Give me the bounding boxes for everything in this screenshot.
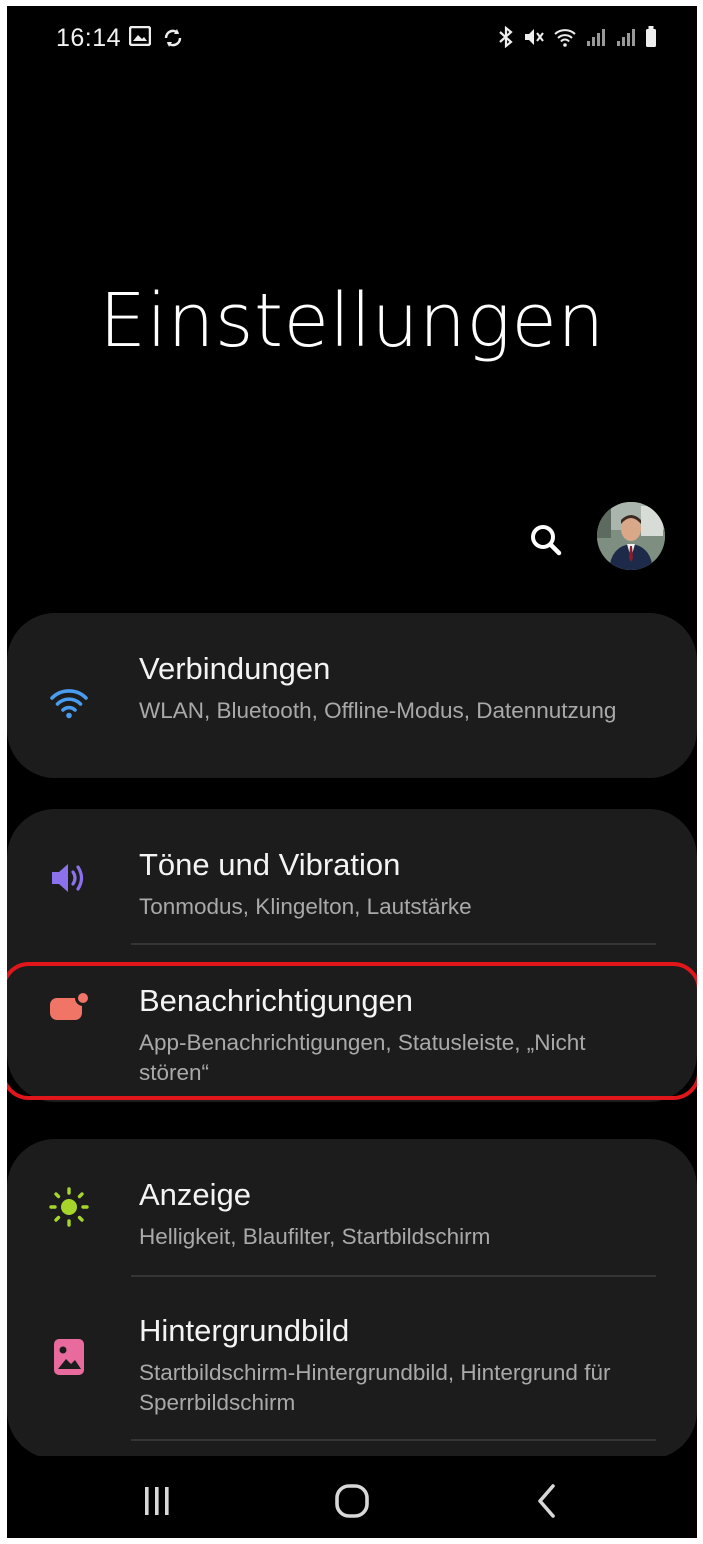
item-title: Töne und Vibration — [139, 847, 401, 882]
home-icon — [335, 1484, 369, 1518]
item-title: Anzeige — [139, 1177, 252, 1212]
wifi-icon — [45, 679, 93, 727]
item-title: Verbindungen — [139, 651, 331, 686]
item-title: Benachrichtigungen — [139, 983, 414, 1018]
item-subtitle: WLAN, Bluetooth, Offline-Modus, Datennut… — [139, 698, 617, 723]
settings-item-notifications[interactable]: Benachrichtigungen App-Benachrichtigunge… — [7, 945, 697, 1102]
settings-item-wallpaper[interactable]: Hintergrundbild Startbildschirm-Hintergr… — [7, 1277, 697, 1437]
item-title: Hintergrundbild — [139, 1313, 350, 1348]
volume-icon — [45, 854, 93, 902]
back-icon — [538, 1484, 555, 1518]
recent-apps-button[interactable] — [127, 1478, 187, 1524]
bluetooth-icon — [497, 25, 515, 53]
brightness-icon — [45, 1183, 93, 1231]
item-subtitle: Startbildschirm-Hintergrundbild, Hinterg… — [139, 1360, 611, 1415]
page-title: Einstellungen — [99, 278, 605, 364]
connections-card: Verbindungen WLAN, Bluetooth, Offline-Mo… — [7, 613, 697, 778]
gallery-icon — [128, 25, 152, 55]
signal-icon — [585, 27, 607, 52]
settings-item-display[interactable]: Anzeige Helligkeit, Blaufilter, Startbil… — [7, 1139, 697, 1273]
sound-notifications-card: Töne und Vibration Tonmodus, Klingelton,… — [7, 809, 697, 1102]
divider — [131, 1439, 656, 1441]
mute-icon — [523, 26, 545, 53]
navigation-bar — [7, 1456, 697, 1538]
wifi-icon — [553, 27, 577, 52]
signal-icon — [615, 27, 637, 52]
wallpaper-icon — [45, 1333, 93, 1381]
status-bar: 16:14 — [7, 6, 697, 70]
settings-item-connections[interactable]: Verbindungen WLAN, Bluetooth, Offline-Mo… — [7, 613, 697, 778]
profile-avatar[interactable] — [597, 502, 665, 570]
item-subtitle: App-Benachrichtigungen, Statusleiste, „N… — [139, 1030, 586, 1085]
notification-icon — [45, 983, 93, 1031]
settings-screen: 16:14 Einstellungen Verbindungen WLAN, B… — [7, 6, 697, 1538]
battery-icon — [645, 26, 657, 53]
search-icon — [531, 525, 562, 556]
search-button[interactable] — [524, 518, 568, 562]
back-button[interactable] — [517, 1478, 577, 1524]
status-time: 16:14 — [56, 24, 122, 52]
recent-apps-icon — [145, 1487, 169, 1515]
display-card: Anzeige Helligkeit, Blaufilter, Startbil… — [7, 1139, 697, 1459]
item-subtitle: Helligkeit, Blaufilter, Startbildschirm — [139, 1224, 491, 1249]
settings-item-sounds[interactable]: Töne und Vibration Tonmodus, Klingelton,… — [7, 809, 697, 943]
home-button[interactable] — [322, 1478, 382, 1524]
item-subtitle: Tonmodus, Klingelton, Lautstärke — [139, 894, 472, 919]
sync-icon — [161, 26, 185, 55]
